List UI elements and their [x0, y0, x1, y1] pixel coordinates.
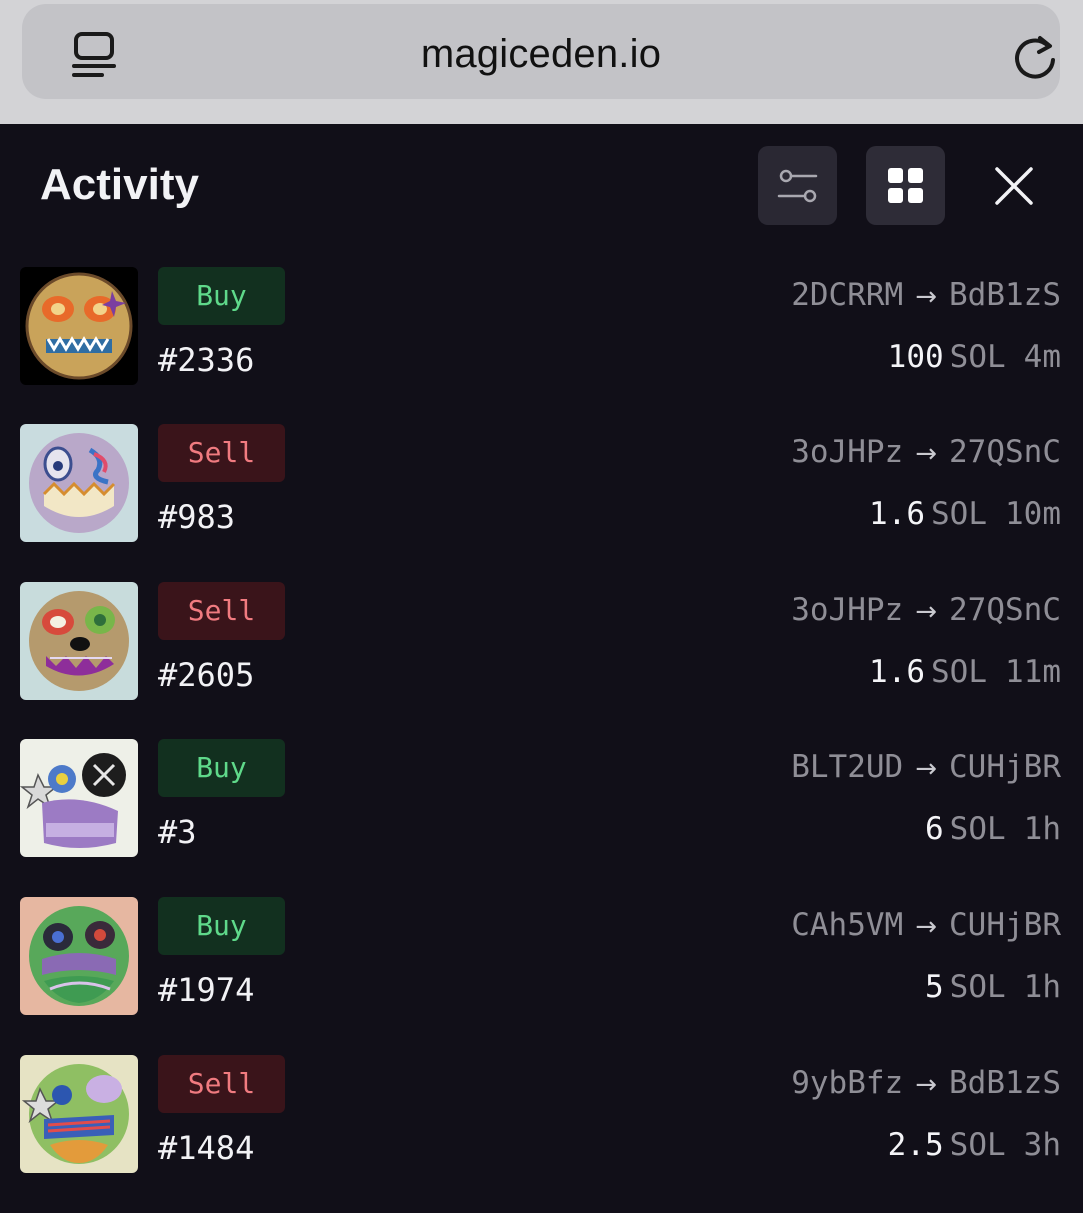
price-line: 2.5 SOL 3h	[888, 1127, 1061, 1163]
to-address[interactable]: CUHjBR	[949, 907, 1061, 943]
transfer: 9ybBfz → BdB1zS	[791, 1065, 1061, 1101]
nft-thumbnail[interactable]	[20, 739, 138, 857]
from-address[interactable]: 9ybBfz	[791, 1065, 903, 1101]
token-id[interactable]: #3	[158, 813, 197, 851]
time-ago: 1h	[1023, 811, 1061, 847]
price-value: 100	[887, 339, 944, 375]
activity-row[interactable]: Sell #1484 9ybBfz → BdB1zS 2.5 SOL 3h	[0, 1055, 1083, 1213]
arrow-right-icon: →	[915, 754, 938, 784]
activity-row[interactable]: Buy #3 BLT2UD → CUHjBR 6 SOL 1h	[0, 739, 1083, 897]
to-address[interactable]: 27QSnC	[949, 592, 1061, 628]
activity-type-badge: Buy	[158, 739, 285, 797]
transfer: 2DCRRM → BdB1zS	[791, 277, 1061, 313]
nft-thumbnail[interactable]	[20, 424, 138, 542]
price-unit: SOL	[949, 811, 1006, 847]
time-ago: 1h	[1023, 969, 1061, 1005]
price-value: 5	[925, 969, 944, 1005]
filter-sliders-icon	[777, 169, 818, 203]
nft-thumbnail[interactable]	[20, 1055, 138, 1173]
from-address[interactable]: 2DCRRM	[791, 277, 903, 313]
arrow-right-icon: →	[915, 912, 938, 942]
nft-thumbnail[interactable]	[20, 582, 138, 700]
nft-thumbnail[interactable]	[20, 897, 138, 1015]
from-address[interactable]: CAh5VM	[791, 907, 903, 943]
from-address[interactable]: BLT2UD	[791, 749, 903, 785]
time-ago: 4m	[1023, 339, 1061, 375]
price-value: 1.6	[869, 654, 925, 690]
from-address[interactable]: 3oJHPz	[791, 434, 903, 470]
price-unit: SOL	[949, 339, 1006, 375]
arrow-right-icon: →	[915, 1070, 938, 1100]
price-line: 100 SOL 4m	[888, 339, 1061, 375]
grid-view-button[interactable]	[866, 146, 945, 225]
price-value: 6	[925, 811, 944, 847]
activity-row[interactable]: Buy #2336 2DCRRM → BdB1zS 100 SOL 4m	[0, 267, 1083, 425]
nft-thumbnail[interactable]	[20, 267, 138, 385]
page-title: Activity	[40, 160, 199, 209]
address-bar[interactable]: magiceden.io	[22, 4, 1060, 99]
to-address[interactable]: BdB1zS	[949, 1065, 1061, 1101]
price-unit: SOL	[931, 496, 987, 532]
activity-type-badge: Sell	[158, 424, 285, 482]
activity-row[interactable]: Sell #983 3oJHPz → 27QSnC 1.6 SOL 10m	[0, 424, 1083, 582]
transfer: 3oJHPz → 27QSnC	[791, 592, 1061, 628]
price-value: 1.6	[869, 496, 925, 532]
from-address[interactable]: 3oJHPz	[791, 592, 903, 628]
price-line: 1.6 SOL 10m	[869, 496, 1061, 532]
price-unit: SOL	[949, 969, 1006, 1005]
price-line: 5 SOL 1h	[925, 969, 1061, 1005]
to-address[interactable]: CUHjBR	[949, 749, 1061, 785]
time-ago: 3h	[1023, 1127, 1061, 1163]
activity-type-badge: Buy	[158, 897, 285, 955]
arrow-right-icon: →	[915, 439, 938, 469]
transfer: 3oJHPz → 27QSnC	[791, 434, 1061, 470]
token-id[interactable]: #1484	[158, 1129, 254, 1167]
activity-type-badge: Buy	[158, 267, 285, 325]
close-button[interactable]	[990, 162, 1038, 210]
browser-toolbar: magiceden.io	[0, 0, 1083, 124]
price-line: 6 SOL 1h	[925, 811, 1061, 847]
grid-view-icon	[888, 168, 923, 203]
time-ago: 10m	[1005, 496, 1061, 532]
activity-row[interactable]: Sell #2605 3oJHPz → 27QSnC 1.6 SOL 11m	[0, 582, 1083, 740]
transfer: BLT2UD → CUHjBR	[791, 749, 1061, 785]
arrow-right-icon: →	[915, 282, 938, 312]
token-id[interactable]: #2336	[158, 341, 254, 379]
to-address[interactable]: 27QSnC	[949, 434, 1061, 470]
filter-button[interactable]	[758, 146, 837, 225]
time-ago: 11m	[1005, 654, 1061, 690]
arrow-right-icon: →	[915, 597, 938, 627]
token-id[interactable]: #1974	[158, 971, 254, 1009]
activity-type-badge: Sell	[158, 1055, 285, 1113]
price-unit: SOL	[949, 1127, 1006, 1163]
price-unit: SOL	[931, 654, 987, 690]
close-icon	[995, 167, 1033, 205]
activity-type-badge: Sell	[158, 582, 285, 640]
reload-icon[interactable]	[1012, 30, 1058, 80]
token-id[interactable]: #2605	[158, 656, 254, 694]
url-text[interactable]: magiceden.io	[22, 32, 1060, 77]
transfer: CAh5VM → CUHjBR	[791, 907, 1061, 943]
to-address[interactable]: BdB1zS	[949, 277, 1061, 313]
activity-row[interactable]: Buy #1974 CAh5VM → CUHjBR 5 SOL 1h	[0, 897, 1083, 1055]
price-line: 1.6 SOL 11m	[869, 654, 1061, 690]
price-value: 2.5	[887, 1127, 944, 1163]
token-id[interactable]: #983	[158, 498, 235, 536]
